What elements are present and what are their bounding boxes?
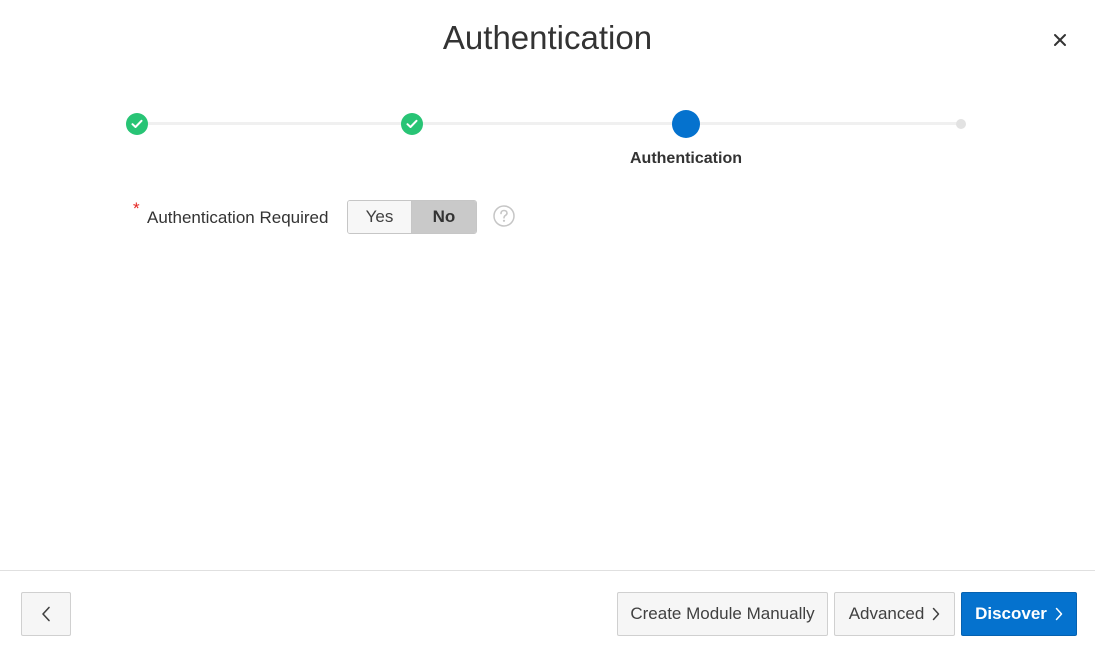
dialog-footer: Create Module Manually Advanced Discover (0, 570, 1095, 654)
required-indicator: * (133, 199, 140, 218)
help-button[interactable] (493, 205, 515, 227)
auth-yes-option[interactable]: Yes (348, 201, 412, 233)
create-module-manually-label: Create Module Manually (630, 604, 815, 623)
discover-button[interactable]: Discover (961, 592, 1077, 636)
advanced-button[interactable]: Advanced (834, 592, 955, 636)
auth-required-label: Authentication Required (147, 208, 329, 227)
back-button[interactable] (21, 592, 71, 636)
step-1-complete-marker (126, 113, 148, 135)
checkmark-icon (406, 119, 418, 128)
step-2-complete-marker (401, 113, 423, 135)
current-step-label: Authentication (630, 150, 742, 167)
step-3-current-marker (672, 110, 700, 138)
create-module-manually-button[interactable]: Create Module Manually (617, 592, 828, 636)
checkmark-icon (131, 119, 143, 128)
wizard-progress: Authentication (0, 0, 1095, 180)
auth-required-toggle: Yes No (347, 200, 477, 234)
progress-track (137, 122, 961, 125)
step-4-upcoming-marker (956, 119, 966, 129)
help-icon (493, 205, 515, 227)
discover-label: Discover (975, 604, 1047, 623)
advanced-label: Advanced (848, 604, 925, 623)
chevron-right-icon (1055, 607, 1063, 621)
chevron-right-icon (933, 607, 940, 621)
chevron-left-icon (42, 606, 50, 622)
auth-no-option[interactable]: No (412, 201, 476, 233)
